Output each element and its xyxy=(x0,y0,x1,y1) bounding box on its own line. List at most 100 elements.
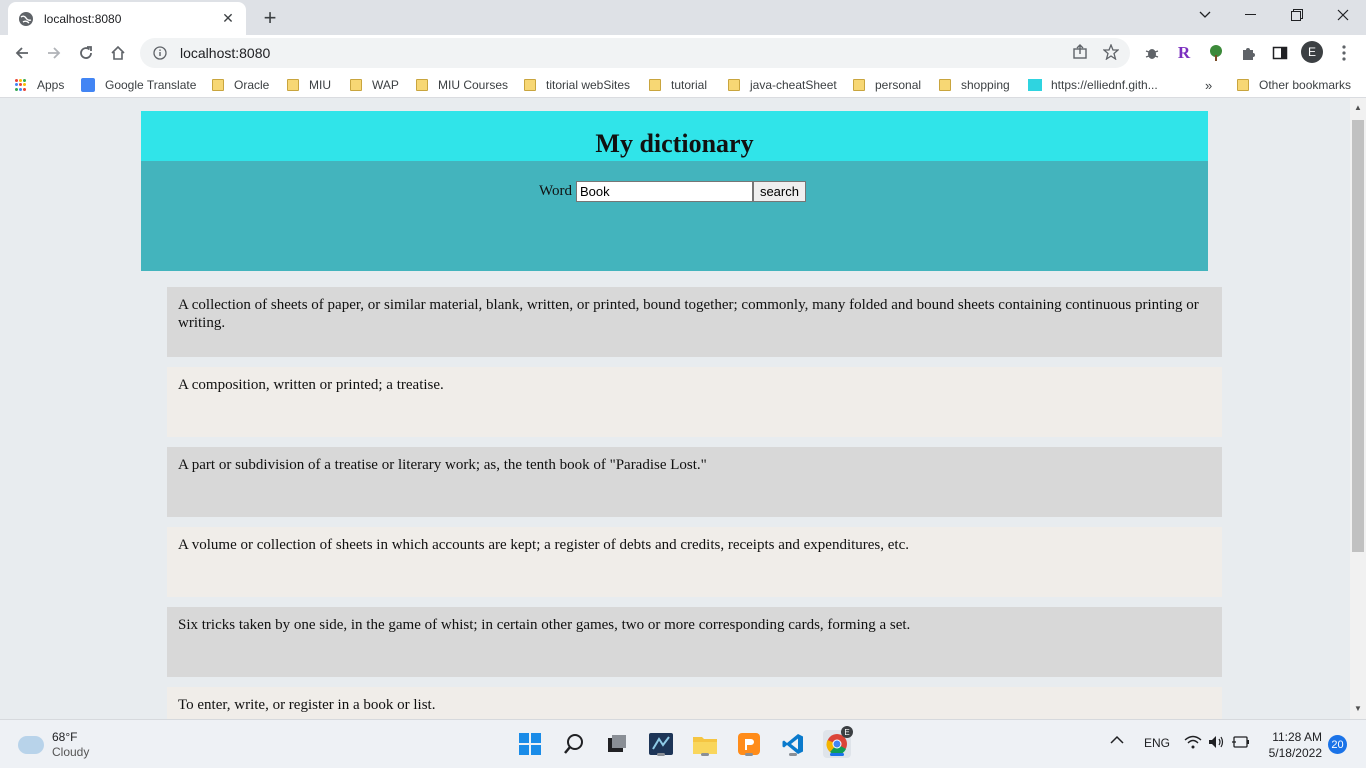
home-icon[interactable] xyxy=(104,39,132,67)
bookmark-titorial-websites[interactable]: titorial webSites xyxy=(524,75,630,95)
definition-item: To enter, write, or register in a book o… xyxy=(167,687,1222,719)
search-button[interactable]: search xyxy=(752,181,806,202)
bookmark-apps[interactable]: Apps xyxy=(15,75,64,95)
share-icon[interactable] xyxy=(1070,42,1090,62)
bookmark-label: shopping xyxy=(961,78,1010,92)
notification-badge[interactable]: 20 xyxy=(1328,735,1347,754)
definition-text: A volume or collection of sheets in whic… xyxy=(178,537,910,553)
profile-badge: E xyxy=(841,726,853,738)
tab-strip: localhost:8080 ✕ + xyxy=(0,0,1366,35)
weather-widget[interactable]: 68°F Cloudy xyxy=(18,730,89,760)
language-indicator[interactable]: ENG xyxy=(1144,736,1170,750)
bookmark-label: java-cheatSheet xyxy=(750,78,837,92)
folder-icon xyxy=(649,79,661,91)
google-translate-icon xyxy=(81,78,95,92)
file-explorer-icon[interactable] xyxy=(691,730,719,758)
bookmark-tutorial[interactable]: tutorial xyxy=(649,75,707,95)
address-bar[interactable]: localhost:8080 xyxy=(140,38,1130,68)
bookmark-label: WAP xyxy=(372,78,399,92)
bookmark-personal[interactable]: personal xyxy=(853,75,921,95)
bookmark-label: Google Translate xyxy=(105,78,197,92)
search-icon[interactable] xyxy=(560,730,588,758)
site-info-icon[interactable] xyxy=(152,45,168,61)
word-label: Word xyxy=(539,183,572,199)
restore-button[interactable] xyxy=(1274,0,1320,30)
site-favicon-icon xyxy=(1028,79,1042,91)
scrollbar-thumb[interactable] xyxy=(1352,120,1364,552)
bookmark-other-bookmarks[interactable]: Other bookmarks xyxy=(1237,75,1351,95)
definition-text: Six tricks taken by one side, in the gam… xyxy=(178,617,911,633)
bookmark-star-icon[interactable] xyxy=(1101,42,1121,62)
minimize-button[interactable] xyxy=(1228,0,1274,30)
definition-text: A part or subdivision of a treatise or l… xyxy=(178,457,707,473)
extensions-puzzle-icon[interactable] xyxy=(1237,42,1259,64)
browser-toolbar: localhost:8080 R E xyxy=(0,35,1366,71)
folder-icon xyxy=(1237,79,1249,91)
definition-item: A volume or collection of sheets in whic… xyxy=(167,527,1222,597)
browser-tab[interactable]: localhost:8080 ✕ xyxy=(8,2,246,35)
bookmark-label: personal xyxy=(875,78,922,92)
definition-text: A collection of sheets of paper, or simi… xyxy=(178,297,1199,331)
bookmark-java-cheatsheet[interactable]: java-cheatSheet xyxy=(728,75,837,95)
page-header: My dictionary xyxy=(141,111,1208,161)
side-panel-icon[interactable] xyxy=(1269,42,1291,64)
bug-extension-icon[interactable] xyxy=(1141,42,1163,64)
page-scrollbar[interactable]: ▲ ▼ xyxy=(1350,98,1366,719)
page-title: My dictionary xyxy=(595,129,754,158)
bookmark-wap[interactable]: WAP xyxy=(350,75,399,95)
word-input[interactable] xyxy=(575,181,753,202)
bookmark-label: https://elliednf.gith... xyxy=(1051,78,1158,92)
new-tab-button[interactable]: + xyxy=(258,6,282,30)
app-tool-icon[interactable] xyxy=(647,730,675,758)
weather-desc: Cloudy xyxy=(52,745,90,759)
definition-item: A collection of sheets of paper, or simi… xyxy=(167,287,1222,357)
definition-text: To enter, write, or register in a book o… xyxy=(178,697,436,713)
vscode-icon[interactable] xyxy=(779,730,807,758)
menu-kebab-icon[interactable] xyxy=(1333,42,1355,64)
bookmark-miu-courses[interactable]: MIU Courses xyxy=(416,75,508,95)
html-tree-extension-icon[interactable] xyxy=(1205,42,1227,64)
folder-icon xyxy=(728,79,740,91)
search-form: Word search xyxy=(539,181,806,202)
folder-icon xyxy=(287,79,299,91)
bookmark-github-pages[interactable]: https://elliednf.gith... xyxy=(1028,75,1158,95)
running-indicator xyxy=(789,753,797,756)
r-extension-icon[interactable]: R xyxy=(1173,42,1195,64)
more-bookmarks-chevron-icon[interactable]: » xyxy=(1205,75,1212,95)
chrome-icon[interactable]: E xyxy=(823,726,853,758)
task-view-icon[interactable] xyxy=(603,730,631,758)
profile-avatar[interactable]: E xyxy=(1301,41,1323,63)
battery-icon[interactable] xyxy=(1232,736,1250,751)
folder-icon xyxy=(853,79,865,91)
reload-icon[interactable] xyxy=(72,39,100,67)
windows-taskbar: 68°F Cloudy E ENG 11:28 AM 5/18/2022 20 xyxy=(0,719,1366,768)
running-indicator xyxy=(745,753,753,756)
bookmark-label: MIU xyxy=(309,78,331,92)
volume-icon[interactable] xyxy=(1208,735,1226,752)
cloud-icon xyxy=(18,736,44,754)
page-viewport: My dictionary Word search A collection o… xyxy=(0,98,1350,719)
pdf-app-icon[interactable] xyxy=(735,730,763,758)
close-tab-icon[interactable]: ✕ xyxy=(220,10,236,27)
forward-icon[interactable] xyxy=(40,39,68,67)
wifi-icon[interactable] xyxy=(1184,735,1202,752)
running-indicator xyxy=(657,753,665,756)
back-icon[interactable] xyxy=(8,39,36,67)
bookmark-google-translate[interactable]: Google Translate xyxy=(81,75,196,95)
bookmark-shopping[interactable]: shopping xyxy=(939,75,1010,95)
bookmark-oracle[interactable]: Oracle xyxy=(212,75,269,95)
scroll-up-arrow-icon[interactable]: ▲ xyxy=(1354,104,1362,112)
close-window-button[interactable] xyxy=(1320,0,1366,30)
chevron-down-icon[interactable] xyxy=(1182,0,1228,30)
scroll-down-arrow-icon[interactable]: ▼ xyxy=(1354,705,1362,713)
definition-item: A composition, written or printed; a tre… xyxy=(167,367,1222,437)
folder-icon xyxy=(939,79,951,91)
bookmark-miu[interactable]: MIU xyxy=(287,75,331,95)
definition-text: A composition, written or printed; a tre… xyxy=(178,377,444,393)
system-clock[interactable]: 11:28 AM 5/18/2022 xyxy=(1262,729,1322,761)
address-text: localhost:8080 xyxy=(180,45,271,61)
chevron-up-icon[interactable] xyxy=(1110,734,1124,748)
bookmark-label: Other bookmarks xyxy=(1259,78,1352,92)
clock-date: 5/18/2022 xyxy=(1268,746,1322,760)
windows-start-icon[interactable] xyxy=(516,730,544,758)
